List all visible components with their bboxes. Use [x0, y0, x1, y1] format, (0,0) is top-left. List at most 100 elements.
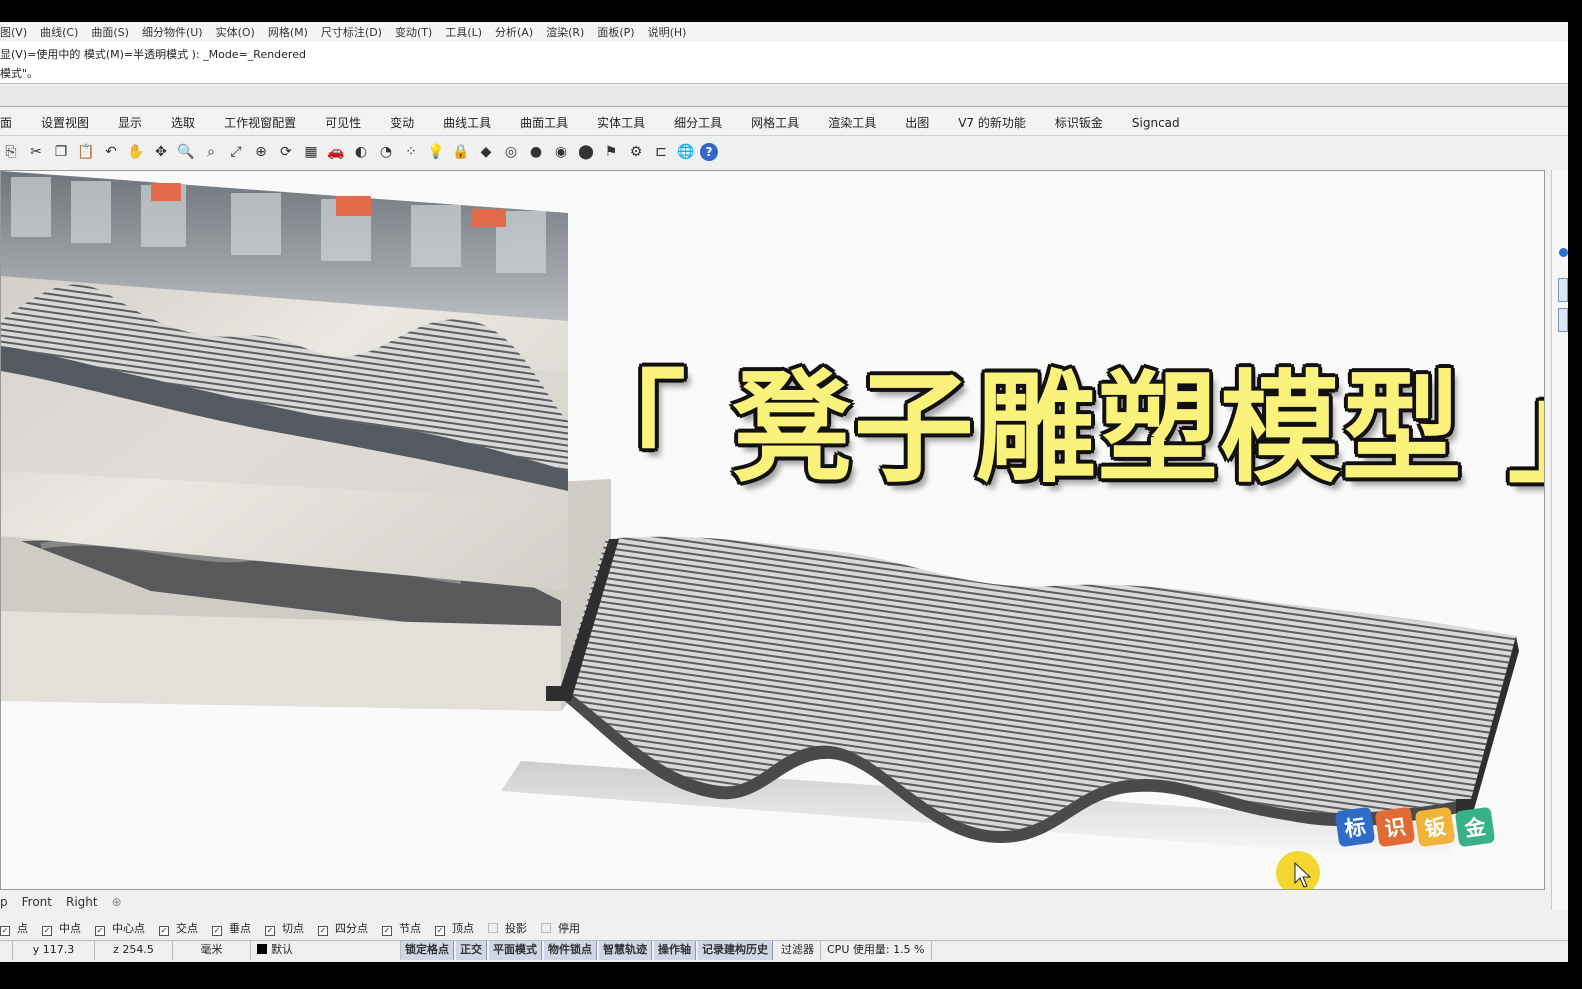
panel-tab-icon[interactable] [1558, 308, 1568, 332]
panel-tab-icon[interactable] [1558, 278, 1568, 302]
light-icon[interactable]: 💡 [425, 141, 447, 163]
rotate-view-icon[interactable]: ⟳ [275, 141, 297, 163]
tab-right[interactable]: Right [66, 895, 98, 909]
tab-perspective[interactable]: p [0, 895, 8, 909]
osnap-option[interactable]: ✓ 点 [0, 920, 35, 936]
status-toggle-button[interactable]: 物件锁点 [544, 940, 597, 960]
menu-item[interactable]: 变动(T) [395, 24, 432, 40]
status-toggle-button[interactable]: 智慧轨迹 [599, 940, 652, 960]
current-layer[interactable]: 默认 [251, 940, 401, 960]
shaded-sphere-icon[interactable]: ◉ [550, 141, 572, 163]
osnap-option[interactable]: ✓ 垂点 [212, 920, 258, 936]
menu-item[interactable]: 分析(A) [495, 24, 533, 40]
new-icon[interactable]: ⎘ [0, 141, 22, 163]
osnap-option[interactable]: ✓ 中点 [42, 920, 88, 936]
osnap-option[interactable]: ✓ 切点 [265, 920, 311, 936]
menu-item[interactable]: 尺寸标注(D) [321, 24, 382, 40]
checkbox-checked-icon[interactable]: ✓ [42, 926, 52, 936]
menu-item[interactable]: 图(V) [0, 24, 27, 40]
osnap-option[interactable]: ✓ 四分点 [318, 920, 375, 936]
layer-icon[interactable]: ◔ [375, 141, 397, 163]
car-icon[interactable]: 🚗 [325, 141, 347, 163]
menu-item[interactable]: 细分物件(U) [142, 24, 203, 40]
zoom-selected-icon[interactable]: ⊕ [250, 141, 272, 163]
toolbar-tab[interactable]: 细分工具 [674, 114, 722, 131]
checkbox-checked-icon[interactable]: ✓ [382, 926, 392, 936]
copy-icon[interactable]: ❐ [50, 141, 72, 163]
toolbar-tab[interactable]: 工作视窗配置 [224, 114, 296, 131]
checkbox-checked-icon[interactable]: ✓ [95, 926, 105, 936]
toolbar-tab[interactable]: Signcad [1132, 116, 1180, 130]
osnap-option[interactable]: ✓ 顶点 [435, 920, 481, 936]
checkbox-checked-icon[interactable]: ✓ [265, 926, 275, 936]
color-icon[interactable]: ◎ [500, 141, 522, 163]
status-toggle-button[interactable]: 锁定格点 [401, 940, 454, 960]
osnap-option[interactable]: 投影 [488, 920, 534, 936]
properties-panel[interactable] [1551, 170, 1568, 910]
toolbar-tab[interactable]: 变动 [390, 114, 414, 131]
zoom-icon[interactable]: 🔍 [175, 141, 197, 163]
toolbar-tab[interactable]: 设置视图 [41, 114, 89, 131]
checkbox-checked-icon[interactable]: ✓ [212, 926, 222, 936]
filter-button[interactable]: 过滤器 [775, 940, 821, 960]
toolbar-tab[interactable]: 显示 [118, 114, 142, 131]
display-mode-icon[interactable]: ◐ [350, 141, 372, 163]
flag-icon[interactable]: ⚑ [600, 141, 622, 163]
toolbar-tab[interactable]: 标识钣金 [1055, 114, 1103, 131]
zoom-extents-icon[interactable]: ⤢ [225, 141, 247, 163]
rendered-sphere-icon[interactable]: ⬤ [575, 141, 597, 163]
toolbar-tab[interactable]: 选取 [171, 114, 195, 131]
material-icon[interactable]: ◆ [475, 141, 497, 163]
checkbox-checked-icon[interactable]: ✓ [318, 926, 328, 936]
checkbox-checked-icon[interactable]: ✓ [159, 926, 169, 936]
dimension-icon[interactable]: ⊏ [650, 141, 672, 163]
checkbox-checked-icon[interactable]: ✓ [0, 926, 10, 936]
toolbar-tab[interactable]: 面 [0, 114, 12, 131]
toolbar-tab[interactable]: 网格工具 [751, 114, 799, 131]
gear-icon[interactable]: ⚙ [625, 141, 647, 163]
checkbox-unchecked-icon[interactable] [541, 923, 551, 933]
toolbar-tab[interactable]: 渲染工具 [828, 114, 876, 131]
command-prompt[interactable] [0, 85, 1568, 107]
zoom-window-icon[interactable]: ⌕ [200, 141, 222, 163]
osnap-option[interactable]: 停用 [541, 920, 587, 936]
menu-item[interactable]: 实体(O) [216, 24, 255, 40]
point-icon[interactable]: ⁘ [400, 141, 422, 163]
viewport-layout-icon[interactable]: ▦ [300, 141, 322, 163]
checkbox-unchecked-icon[interactable] [488, 923, 498, 933]
lock-icon[interactable]: 🔒 [450, 141, 472, 163]
osnap-option[interactable]: ✓ 中心点 [95, 920, 152, 936]
perspective-viewport[interactable]: 「 凳子雕塑模型 」 标 识 钣 金 [0, 170, 1545, 890]
toolbar-tab[interactable]: 实体工具 [597, 114, 645, 131]
globe-icon[interactable]: 🌐 [675, 141, 697, 163]
osnap-option[interactable]: ✓ 节点 [382, 920, 428, 936]
menu-item[interactable]: 网格(M) [268, 24, 308, 40]
toolbar-tab[interactable]: 曲线工具 [443, 114, 491, 131]
status-toggle-button[interactable]: 操作轴 [654, 940, 696, 960]
sphere-icon[interactable]: ● [525, 141, 547, 163]
pan-icon[interactable]: ✋ [125, 141, 147, 163]
add-viewport-icon[interactable]: ⊕ [112, 895, 122, 909]
toolbar-tab[interactable]: V7 的新功能 [958, 114, 1026, 131]
toolbar-tab[interactable]: 出图 [905, 114, 929, 131]
paste-icon[interactable]: 📋 [75, 141, 97, 163]
tab-front[interactable]: Front [22, 895, 52, 909]
undo-icon[interactable]: ↶ [100, 141, 122, 163]
osnap-option[interactable]: ✓ 交点 [159, 920, 205, 936]
menu-item[interactable]: 曲面(S) [91, 24, 129, 40]
help-icon[interactable]: ? [700, 143, 718, 161]
toolbar-tab[interactable]: 可见性 [325, 114, 361, 131]
status-toggle-button[interactable]: 正交 [456, 940, 487, 960]
move-icon[interactable]: ✥ [150, 141, 172, 163]
status-toggle-button[interactable]: 平面模式 [489, 940, 542, 960]
units-display[interactable]: 毫米 [173, 940, 251, 960]
cut-icon[interactable]: ✂ [25, 141, 47, 163]
toolbar-tab[interactable]: 曲面工具 [520, 114, 568, 131]
menu-item[interactable]: 渲染(R) [546, 24, 584, 40]
status-toggle-button[interactable]: 记录建构历史 [698, 940, 773, 960]
menu-item[interactable]: 面板(P) [597, 24, 634, 40]
checkbox-checked-icon[interactable]: ✓ [435, 926, 445, 936]
menu-item[interactable]: 说明(H) [648, 24, 687, 40]
menu-item[interactable]: 曲线(C) [40, 24, 78, 40]
panel-tab-icon[interactable] [1559, 248, 1568, 257]
